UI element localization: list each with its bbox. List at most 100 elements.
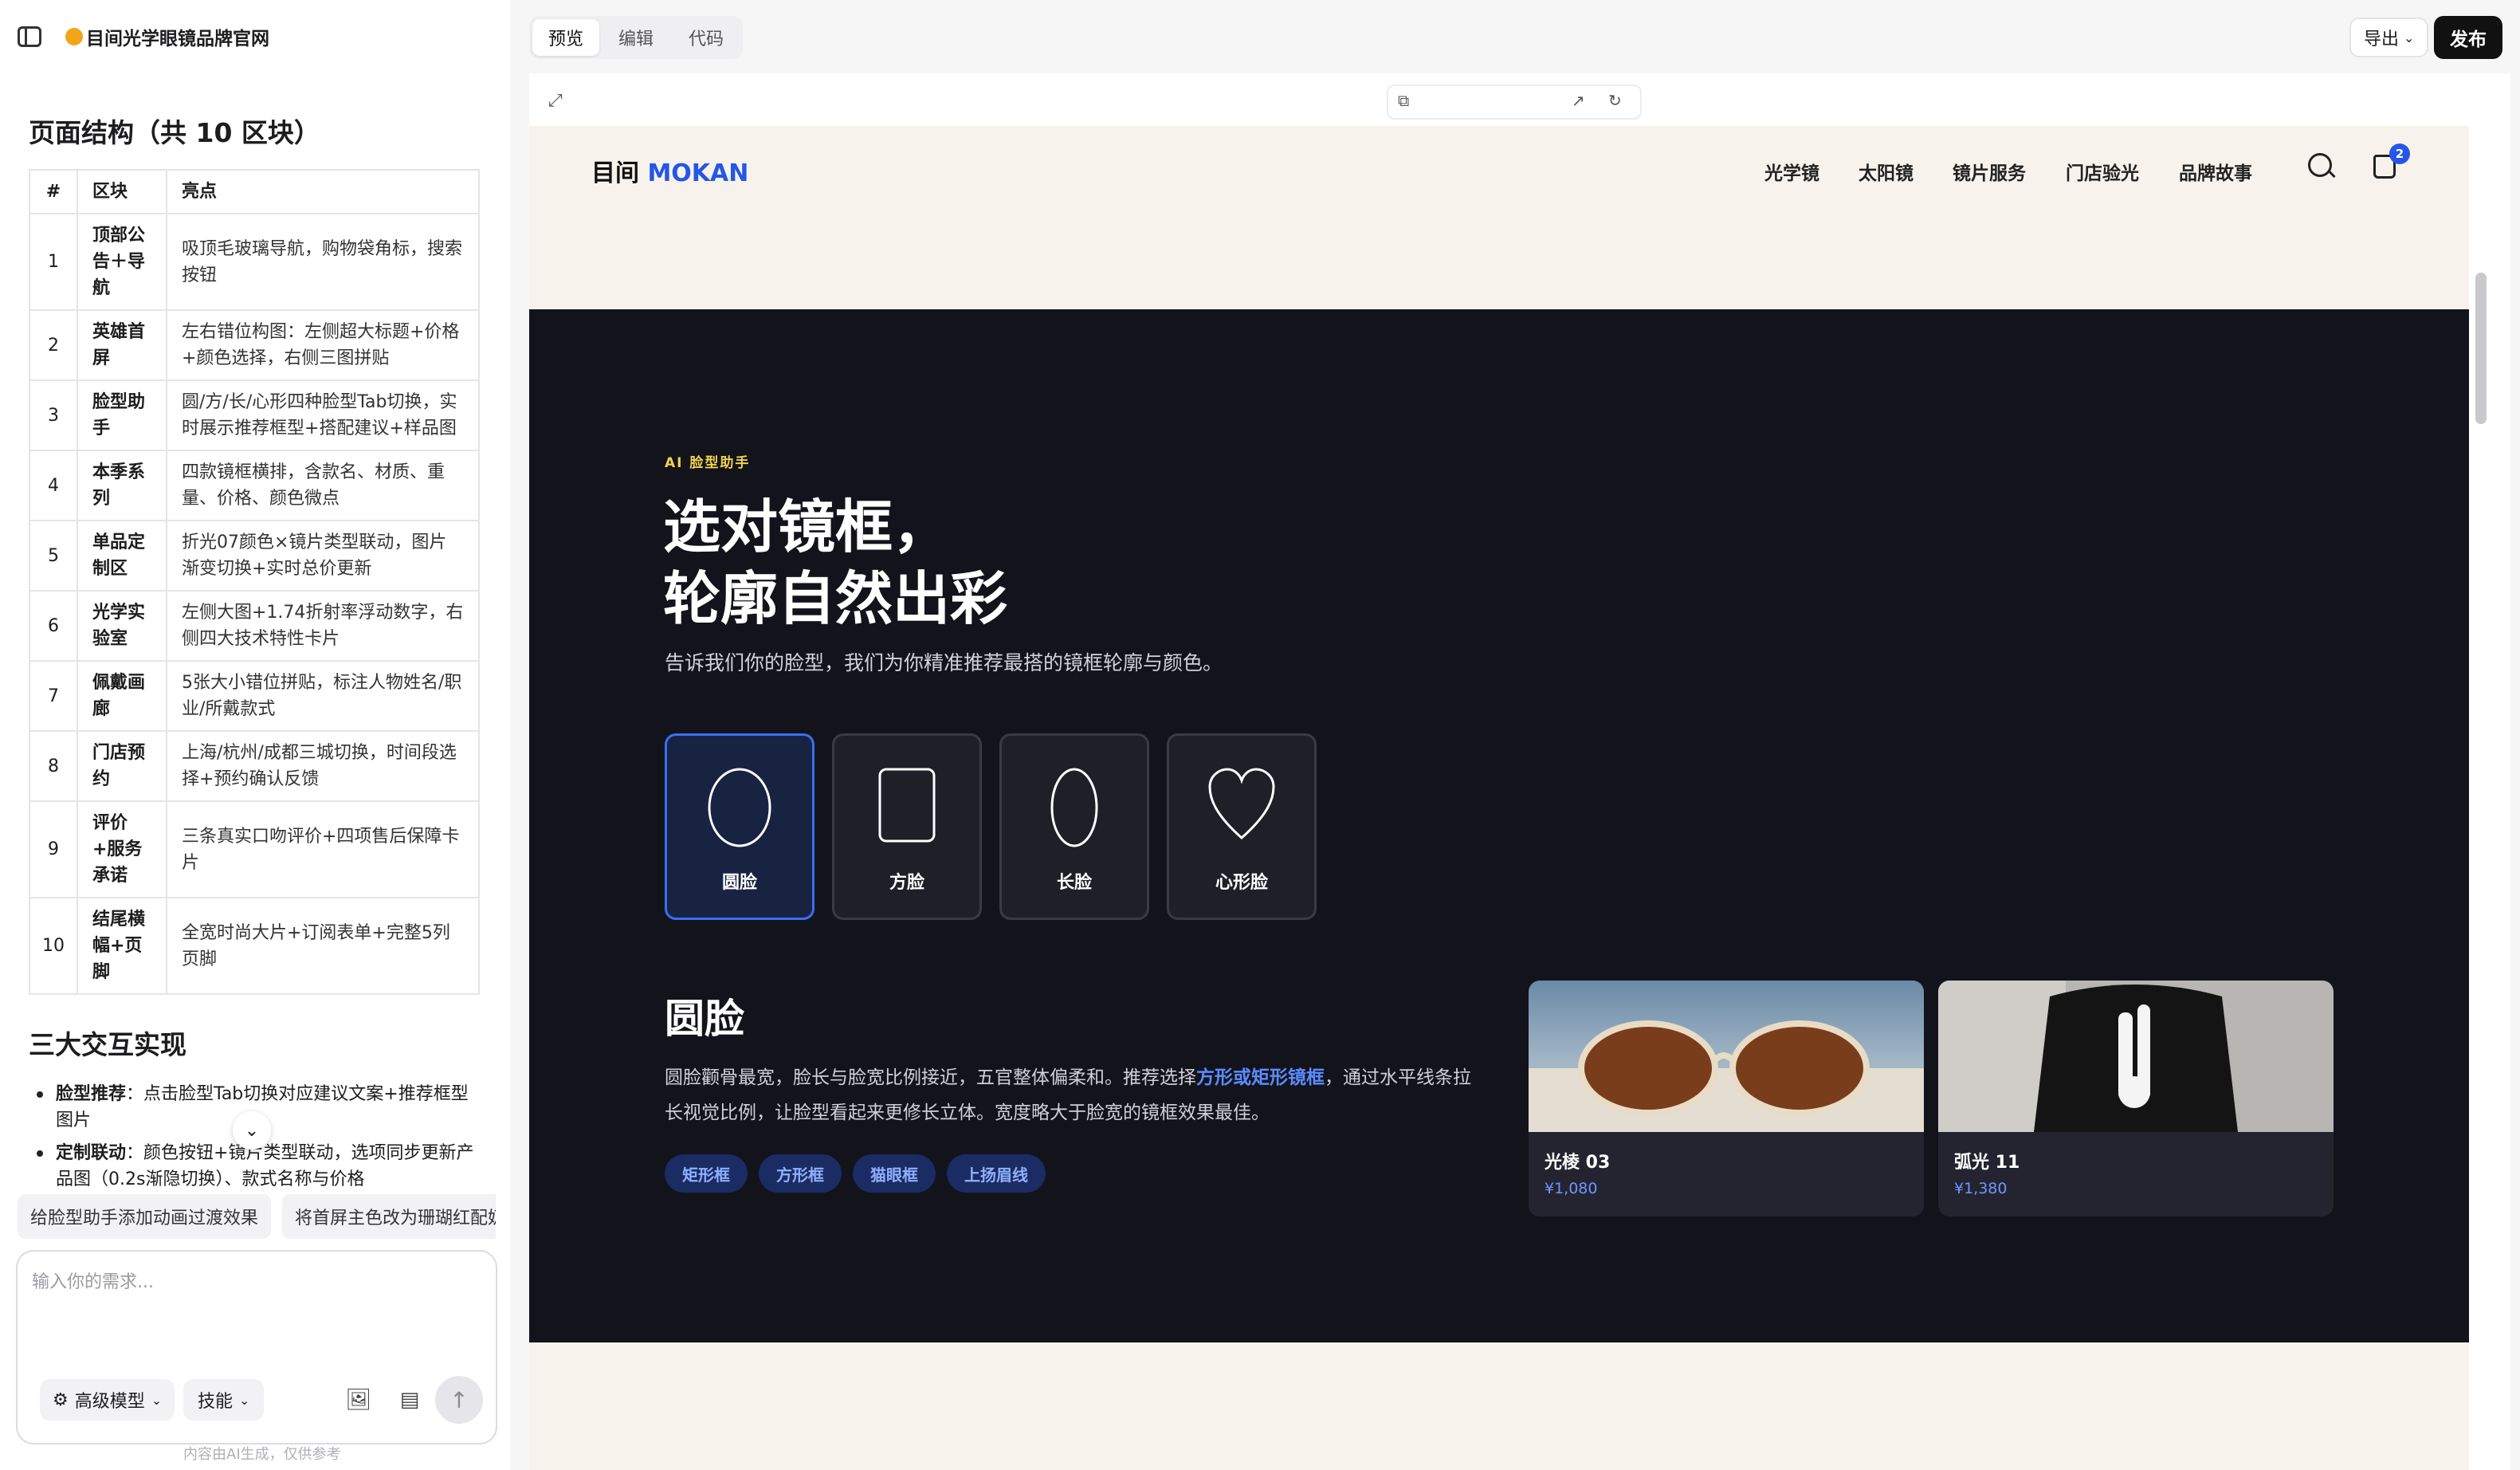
title-line-2: 轮廓自然出彩: [663, 565, 1008, 632]
row-highlight: 左右错位构图：左侧超大标题+价格+颜色选择，右侧三图拼贴: [166, 309, 480, 381]
row-highlight: 折光07颜色×镜片类型联动，图片渐变切换+实时总价更新: [166, 520, 480, 592]
table-row: 10 结尾横幅+页脚 全宽时尚大片+订阅表单+完整5列页脚: [29, 897, 480, 995]
search-icon[interactable]: [2308, 153, 2332, 177]
table-row: 9 评价+服务承诺 三条真实口吻评价+四项售后保障卡片: [29, 800, 480, 898]
preview-frame: ⤢ ⧉ ↗ ↻ 目间 MOKAN 光学镜 太阳镜 镜片服务 门店验光 品牌故事 …: [529, 73, 2510, 1470]
device-switch-icon[interactable]: ⧉: [1398, 91, 1409, 110]
tab-edit[interactable]: 编辑: [603, 19, 669, 56]
chat-input[interactable]: 输入你的需求...: [32, 1268, 154, 1293]
suggestion-chip[interactable]: 给脸型助手添加动画过渡效果: [18, 1194, 272, 1239]
heart-face-icon: [1208, 768, 1275, 840]
frame-tag: 上扬眉线: [947, 1154, 1046, 1193]
product-card[interactable]: 光棱 03 ¥1,080: [1529, 981, 1924, 1216]
row-index: 9: [29, 800, 78, 898]
section-eyebrow: AI 脸型助手: [665, 455, 751, 471]
chat-panel: 目间光学眼镜品牌官网 页面结构（共 10 区块） # 区块 亮点 1 顶部公告＋导…: [0, 0, 510, 1470]
send-button[interactable]: ↑: [435, 1376, 483, 1424]
table-row: 8 门店预约 上海/杭州/成都三城切换，时间段选择+预约确认反馈: [29, 730, 480, 802]
suggestion-chips: 给脸型助手添加动画过渡效果 将首屏主色改为珊瑚红配奶油色: [18, 1194, 496, 1239]
table-row: 6 光学实验室 左侧大图+1.74折射率浮动数字，右侧四大技术特性卡片: [29, 590, 480, 662]
row-index: 6: [29, 590, 78, 662]
face-tab-long[interactable]: 长脸: [999, 733, 1149, 920]
row-block: 结尾横幅+页脚: [77, 897, 167, 995]
attach-file-icon[interactable]: ▤: [391, 1381, 429, 1419]
face-tab-round[interactable]: 圆脸: [665, 733, 814, 920]
tab-code[interactable]: 代码: [673, 19, 740, 56]
table-row: 1 顶部公告＋导航 吸顶毛玻璃导航，购物袋角标，搜索按钮: [29, 213, 480, 311]
row-block: 评价+服务承诺: [77, 800, 167, 898]
nav-item-store-exam[interactable]: 门店验光: [2066, 158, 2139, 185]
chevron-down-icon: ⌄: [239, 1392, 250, 1408]
sidebar-toggle-icon[interactable]: [18, 26, 41, 47]
round-face-icon: [708, 768, 771, 847]
device-url-bar: ⧉ ↗ ↻: [1387, 85, 1642, 120]
tab-preview[interactable]: 预览: [532, 19, 600, 56]
structure-table: # 区块 亮点 1 顶部公告＋导航 吸顶毛玻璃导航，购物袋角标，搜索按钮 2 英雄首屏…: [29, 169, 480, 995]
row-highlight: 上海/杭州/成都三城切换，时间段选择+预约确认反馈: [166, 730, 480, 802]
model-label: 高级模型: [74, 1392, 145, 1412]
row-block: 英雄首屏: [77, 309, 167, 381]
row-highlight: 左侧大图+1.74折射率浮动数字，右侧四大技术特性卡片: [166, 590, 480, 662]
chevron-down-icon: ⌄: [151, 1392, 163, 1408]
scroll-down-button[interactable]: ⌄: [233, 1111, 271, 1150]
row-index: 10: [29, 897, 78, 995]
brand-accent: MOKAN: [647, 159, 749, 187]
table-row: 5 单品定制区 折光07颜色×镜片类型联动，图片渐变切换+实时总价更新: [29, 520, 480, 592]
face-tab-label: 方脸: [889, 873, 924, 893]
item-label: 脸型推荐: [56, 1084, 127, 1104]
nav-item-sunglasses[interactable]: 太阳镜: [1859, 158, 1914, 185]
title-line-1: 选对镜框，: [663, 493, 951, 560]
product-price: ¥1,080: [1545, 1180, 1598, 1197]
refresh-icon[interactable]: ↻: [1608, 91, 1622, 110]
table-row: 3 脸型助手 圆/方/长/心形四种脸型Tab切换，实时展示推荐框型+搭配建议+样品图: [29, 379, 480, 451]
model-wearing-image: [1938, 981, 2334, 1132]
face-tab-square[interactable]: 方脸: [832, 733, 982, 920]
publish-button[interactable]: 发布: [2434, 16, 2502, 59]
cart-count-badge: 2: [2389, 143, 2410, 164]
row-highlight: 5张大小错位拼贴，标注人物姓名/职业/所戴款式: [166, 660, 480, 732]
chat-composer: 输入你的需求... ⚙ 高级模型 ⌄ 技能 ⌄ 🖼 ▤ ↑: [16, 1250, 497, 1444]
nav-item-lens-service[interactable]: 镜片服务: [1953, 158, 2026, 185]
face-tab-label: 长脸: [1056, 873, 1092, 893]
view-tabs: 预览 编辑 代码: [529, 16, 744, 59]
face-tab-label: 心形脸: [1215, 873, 1268, 893]
expand-icon[interactable]: ⤢: [548, 91, 563, 111]
row-highlight: 吸顶毛玻璃导航，购物袋角标，搜索按钮: [166, 213, 480, 311]
skill-select-button[interactable]: 技能 ⌄: [183, 1379, 265, 1421]
desc-highlight: 方形或矩形镜框: [1196, 1067, 1325, 1088]
row-highlight: 圆/方/长/心形四种脸型Tab切换，实时展示推荐框型+搭配建议+样品图: [166, 379, 480, 451]
nav-item-optical[interactable]: 光学镜: [1764, 158, 1819, 185]
table-row: 7 佩戴画廊 5张大小错位拼贴，标注人物姓名/职业/所戴款式: [29, 660, 480, 732]
image-upload-icon[interactable]: 🖼: [340, 1381, 378, 1419]
col-header-highlight: 亮点: [166, 169, 480, 214]
preview-scrollbar[interactable]: [2475, 273, 2487, 424]
interactions-heading: 三大交互实现: [29, 1029, 186, 1060]
site-logo[interactable]: 目间 MOKAN: [591, 153, 748, 188]
face-tab-label: 圆脸: [721, 873, 757, 893]
row-index: 2: [29, 309, 78, 381]
row-block: 本季系列: [77, 450, 167, 521]
site-nav: 目间 MOKAN 光学镜 太阳镜 镜片服务 门店验光 品牌故事 2: [529, 126, 2469, 212]
table-row: 4 本季系列 四款镜框横排，含款名、材质、重量、价格、颜色微点: [29, 450, 480, 521]
brand-main: 目间: [591, 159, 639, 187]
chevron-down-icon: ⌄: [2404, 29, 2415, 45]
product-name: 光棱 03: [1545, 1153, 1611, 1173]
row-index: 3: [29, 379, 78, 451]
desc-before: 圆脸颧骨最宽，脸长与脸宽比例接近，五官整体偏柔和。推荐选择: [665, 1067, 1196, 1088]
suggestion-chip[interactable]: 将首屏主色改为珊瑚红配奶油色: [282, 1194, 496, 1239]
model-select-button[interactable]: ⚙ 高级模型 ⌄: [40, 1379, 175, 1421]
product-card[interactable]: 弧光 11 ¥1,380: [1938, 981, 2334, 1216]
row-block: 顶部公告＋导航: [77, 213, 167, 311]
row-highlight: 三条真实口吻评价+四项售后保障卡片: [166, 800, 480, 898]
chevron-down-icon: ⌄: [244, 1120, 260, 1141]
face-tab-heart[interactable]: 心形脸: [1167, 733, 1317, 920]
skill-label: 技能: [198, 1392, 234, 1412]
row-block: 门店预约: [77, 730, 167, 802]
recommended-frame-tags: 矩形框 方形框 猫眼框 上扬眉线: [665, 1154, 1046, 1193]
open-external-icon[interactable]: ↗: [1572, 91, 1585, 110]
export-button[interactable]: 导出 ⌄: [2349, 18, 2429, 57]
row-index: 5: [29, 520, 78, 592]
structure-heading: 页面结构（共 10 区块）: [29, 117, 320, 148]
nav-item-brand-story[interactable]: 品牌故事: [2179, 158, 2252, 185]
row-index: 8: [29, 730, 78, 802]
